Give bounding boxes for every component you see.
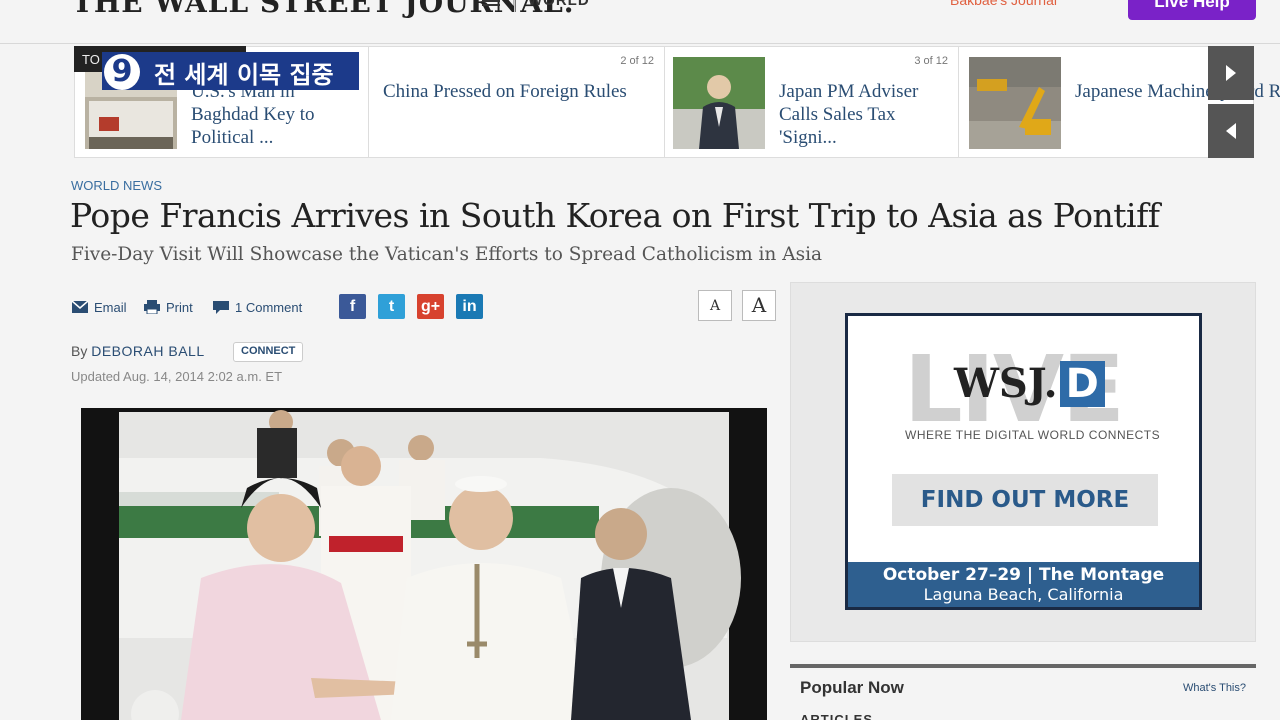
print-link[interactable]: Print <box>143 298 193 316</box>
carousel-item[interactable]: Japanese Machinery Ord Rise <box>959 47 1280 157</box>
carousel-prev-button[interactable] <box>1208 104 1254 158</box>
ad-footer-location: Laguna Beach, California <box>923 585 1124 604</box>
linkedin-icon: in <box>462 297 477 315</box>
channel-number: 9 <box>104 54 140 90</box>
twitter-share-button[interactable]: t <box>378 294 405 319</box>
article-deck: Five-Day Visit Will Showcase the Vatican… <box>71 244 823 265</box>
wsjd-live-ad[interactable]: LIVE WSJ. D WHERE THE DIGITAL WORLD CONNE… <box>845 313 1202 610</box>
popular-now-panel: Popular Now What's This? ARTICLES <box>790 664 1256 720</box>
carousel-item-title: China Pressed on Foreign Rules <box>383 81 627 102</box>
connect-button[interactable]: CONNECT <box>233 342 304 362</box>
find-out-more-button[interactable]: FIND OUT MORE <box>892 474 1158 526</box>
email-link[interactable]: Email <box>71 298 127 316</box>
journal-link[interactable]: Bakbae's Journal <box>950 0 1057 8</box>
carousel-thumbnail <box>673 57 765 149</box>
article-kicker[interactable]: WORLD NEWS <box>71 178 162 193</box>
carousel-next-button[interactable] <box>1208 46 1254 100</box>
chevron-left-icon <box>1226 123 1236 139</box>
popular-now-title: Popular Now <box>800 678 904 697</box>
updated-timestamp: Updated Aug. 14, 2014 2:02 a.m. ET <box>71 369 283 384</box>
carousel-item-title: Japan PM Adviser Calls Sales Tax 'Signi.… <box>779 81 919 148</box>
ad-wsj-text: WSJ. <box>954 360 1058 407</box>
print-label: Print <box>166 299 193 315</box>
carousel-thumbnail <box>969 57 1061 149</box>
hamburger-menu-icon[interactable] <box>482 0 500 8</box>
comment-icon <box>213 301 229 314</box>
section-label[interactable]: WORLD <box>528 0 590 9</box>
comments-link[interactable]: 1 Comment <box>212 298 302 316</box>
ad-footer: October 27–29 | The Montage Laguna Beach… <box>848 562 1199 607</box>
print-icon <box>144 300 160 314</box>
live-help-button[interactable]: Live Help <box>1128 0 1256 20</box>
article-photo[interactable] <box>81 408 767 720</box>
articles-tab[interactable]: ARTICLES <box>800 712 873 720</box>
byline-prefix: By <box>71 343 88 359</box>
article-headline: Pope Francis Arrives in South Korea on F… <box>70 196 1160 235</box>
broadcast-overlay: TO 9 전 세계 이목 집중 <box>74 46 359 92</box>
carousel-item-title: Japanese Machinery Ord Rise <box>1075 81 1280 102</box>
author-name[interactable]: DEBORAH BALL <box>91 343 204 359</box>
carousel-count: 3 of 12 <box>914 55 948 67</box>
comments-label: 1 Comment <box>235 299 303 315</box>
facebook-icon: f <box>349 297 356 315</box>
googleplus-icon: g+ <box>420 297 441 315</box>
byline: By DEBORAH BALL <box>71 343 205 359</box>
font-decrease-button[interactable]: A <box>698 290 732 321</box>
header-divider <box>514 0 515 12</box>
twitter-icon: t <box>388 297 395 315</box>
googleplus-share-button[interactable]: g+ <box>417 294 444 319</box>
font-increase-button[interactable]: A <box>742 290 776 321</box>
linkedin-share-button[interactable]: in <box>456 294 483 319</box>
ad-tagline: WHERE THE DIGITAL WORLD CONNECTS <box>905 428 1161 442</box>
carousel-item[interactable]: 3 of 12 Japan PM Adviser Calls Sales Tax… <box>665 47 959 157</box>
chevron-right-icon <box>1226 65 1236 81</box>
ad-footer-dates: October 27–29 | The Montage <box>882 565 1165 585</box>
ad-wsjd-logo: WSJ. D <box>954 360 1105 407</box>
ad-d-text: D <box>1059 361 1105 407</box>
carousel-count: 2 of 12 <box>620 55 654 67</box>
facebook-share-button[interactable]: f <box>339 294 366 319</box>
email-label: Email <box>94 299 127 315</box>
email-icon <box>71 300 89 313</box>
top-header: THE WALL STREET JOURNAL. WORLD Bakbae's … <box>0 0 1280 44</box>
whats-this-link[interactable]: What's This? <box>1183 682 1246 694</box>
carousel-item[interactable]: 2 of 12 China Pressed on Foreign Rules <box>369 47 665 157</box>
broadcast-title: 전 세계 이목 집중 <box>144 52 359 90</box>
